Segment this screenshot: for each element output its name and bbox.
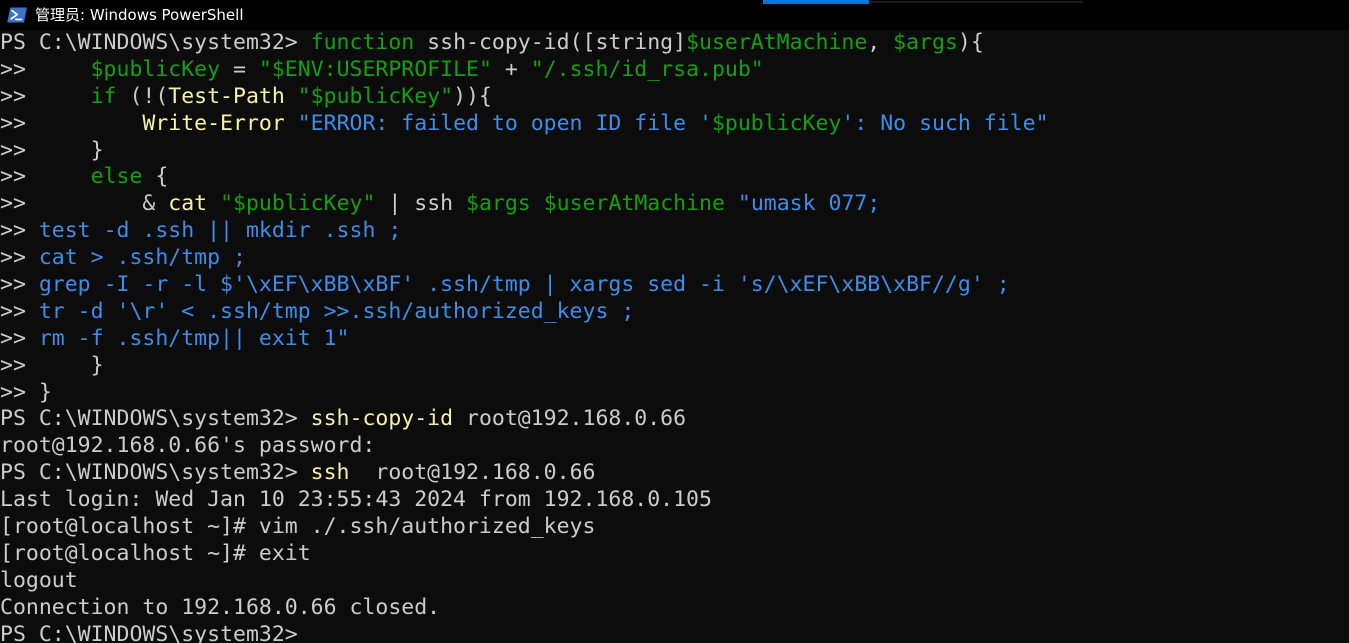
terminal-text-segment: cat	[168, 191, 208, 217]
terminal-text-segment: >>	[0, 110, 143, 136]
terminal-line: >> test -d .ssh || mkdir .ssh ;	[0, 218, 1349, 245]
terminal-text-segment: }	[90, 137, 104, 163]
terminal-line: PS C:\WINDOWS\system32> function ssh-cop…	[0, 30, 1349, 57]
terminal-output-area[interactable]: PS C:\WINDOWS\system32> function ssh-cop…	[0, 30, 1349, 643]
terminal-text-segment: PS C:\WINDOWS\system32>	[0, 30, 311, 55]
terminal-text-segment: >>	[0, 56, 91, 82]
terminal-line: logout	[0, 568, 1349, 595]
terminal-text-segment: "$ENV:USERPROFILE"	[258, 56, 492, 82]
terminal-text-segment: $userAtMachine	[686, 30, 868, 55]
terminal-text-segment: >>	[0, 272, 39, 298]
terminal-text-segment: test -d .ssh || mkdir .ssh ;	[38, 218, 402, 244]
terminal-text-segment: "umask 077;	[737, 191, 881, 217]
terminal-text-segment: root@192.168.0.66	[453, 406, 687, 432]
terminal-line: PS C:\WINDOWS\system32> ssh root@192.168…	[0, 460, 1349, 487]
terminal-line: >> }	[0, 138, 1349, 165]
title-bar-accent-track	[869, 1, 1083, 3]
terminal-text-segment: )){	[453, 83, 492, 109]
terminal-line: >> & cat "$publicKey" | ssh $args $userA…	[0, 191, 1349, 218]
terminal-line: PS C:\WINDOWS\system32> ssh-copy-id root…	[0, 406, 1349, 433]
terminal-line: >> }	[0, 380, 1349, 407]
terminal-text-segment: >>	[0, 298, 39, 324]
terminal-text-segment: "$publicKey"	[220, 191, 376, 217]
terminal-text-segment: Connection to 192.168.0.66 closed.	[0, 594, 441, 620]
terminal-text-segment: root@192.168.0.66	[349, 460, 596, 486]
terminal-text-segment: >>	[0, 245, 39, 271]
terminal-text-segment: Write-Error	[142, 110, 285, 136]
terminal-text-segment: >>	[0, 164, 91, 190]
terminal-text-segment: | ssh	[375, 191, 467, 217]
terminal-text-segment: >>	[0, 352, 91, 378]
terminal-text-segment: "/.ssh/id_rsa.pub"	[530, 56, 764, 82]
terminal-text-segment: else	[90, 164, 143, 190]
terminal-text-segment: =	[220, 56, 259, 82]
window-title-text: 管理员: Windows PowerShell	[35, 5, 244, 24]
terminal-text-segment: if	[90, 83, 117, 109]
terminal-text-segment: $publicKey	[711, 110, 842, 136]
terminal-text-segment: Last login: Wed Jan 10 23:55:43 2024 fro…	[0, 487, 712, 513]
terminal-text-segment: }	[38, 379, 52, 405]
terminal-text-segment: >>	[0, 218, 39, 244]
terminal-line: PS C:\WINDOWS\system32>	[0, 622, 1349, 643]
terminal-text-segment: }	[90, 352, 104, 378]
terminal-line: >> Write-Error "ERROR: failed to open ID…	[0, 111, 1349, 138]
terminal-text-segment: tr -d '\r' < .ssh/tmp >>.ssh/authorized_…	[38, 298, 635, 324]
terminal-text-segment: >>	[0, 325, 39, 351]
terminal-text-segment: ){	[957, 30, 984, 55]
terminal-line: Connection to 192.168.0.66 closed.	[0, 595, 1349, 622]
terminal-text-segment: >>	[0, 83, 91, 109]
terminal-line: >> else {	[0, 164, 1349, 191]
terminal-line: >> $publicKey = "$ENV:USERPROFILE" + "/.…	[0, 57, 1349, 84]
terminal-text-segment: root@192.168.0.66's password:	[0, 433, 376, 459]
terminal-text-segment: PS C:\WINDOWS\system32>	[0, 460, 311, 486]
powershell-icon	[7, 6, 27, 24]
terminal-text-segment: +	[491, 56, 531, 82]
terminal-line: >> rm -f .ssh/tmp|| exit 1"	[0, 326, 1349, 353]
terminal-text-segment: ssh-copy-id	[310, 406, 454, 432]
terminal-text-segment: &	[142, 191, 169, 217]
terminal-line: [root@localhost ~]# vim ./.ssh/authorize…	[0, 514, 1349, 541]
terminal-text-segment: PS C:\WINDOWS\system32>	[0, 406, 311, 432]
terminal-text-segment: (!(	[116, 83, 169, 109]
terminal-line: >> cat > .ssh/tmp ;	[0, 245, 1349, 272]
terminal-text-segment: function	[310, 30, 415, 55]
terminal-line: >> }	[0, 353, 1349, 380]
terminal-text-segment: rm -f .ssh/tmp|| exit 1"	[38, 325, 350, 351]
title-bar-accent-strip	[763, 0, 869, 4]
terminal-text-segment: cat > .ssh/tmp ;	[38, 245, 246, 271]
terminal-text-segment: logout	[0, 567, 78, 593]
terminal-text-segment: $publicKey	[90, 56, 221, 82]
terminal-line: >> grep -I -r -l $'\xEF\xBB\xBF' .ssh/tm…	[0, 272, 1349, 299]
terminal-text-segment: $userAtMachine	[543, 191, 725, 217]
terminal-text-segment: ,	[867, 30, 894, 55]
terminal-text-segment: ssh-copy-id([string]	[414, 30, 687, 55]
terminal-text-segment: >>	[0, 191, 143, 217]
terminal-line: [root@localhost ~]# exit	[0, 541, 1349, 568]
terminal-text-segment: grep -I -r -l $'\xEF\xBB\xBF' .ssh/tmp |…	[38, 272, 1010, 298]
terminal-text-segment: [root@localhost ~]# exit	[0, 540, 311, 566]
window-title-bar[interactable]: 管理员: Windows PowerShell	[0, 0, 1349, 30]
terminal-text-segment: Test-Path	[168, 83, 285, 109]
terminal-line: >> if (!(Test-Path "$publicKey")){	[0, 84, 1349, 111]
terminal-text-segment: $args	[466, 191, 531, 217]
terminal-text-segment: PS C:\WINDOWS\system32>	[0, 621, 298, 643]
terminal-text-segment: {	[142, 164, 169, 190]
terminal-text-segment: "ERROR: failed to open ID file '	[297, 110, 712, 136]
terminal-text-segment: ': No such file"	[841, 110, 1049, 136]
terminal-text-segment: "$publicKey"	[297, 83, 454, 109]
terminal-line: root@192.168.0.66's password:	[0, 433, 1349, 460]
terminal-text-segment: >>	[0, 137, 91, 163]
terminal-text-segment: [root@localhost ~]# vim ./.ssh/authorize…	[0, 514, 596, 540]
terminal-text-segment: ssh	[310, 460, 350, 486]
terminal-text-segment: >>	[0, 379, 39, 405]
terminal-line: >> tr -d '\r' < .ssh/tmp >>.ssh/authoriz…	[0, 299, 1349, 326]
terminal-text-segment: $args	[893, 30, 958, 55]
terminal-line: Last login: Wed Jan 10 23:55:43 2024 fro…	[0, 487, 1349, 514]
